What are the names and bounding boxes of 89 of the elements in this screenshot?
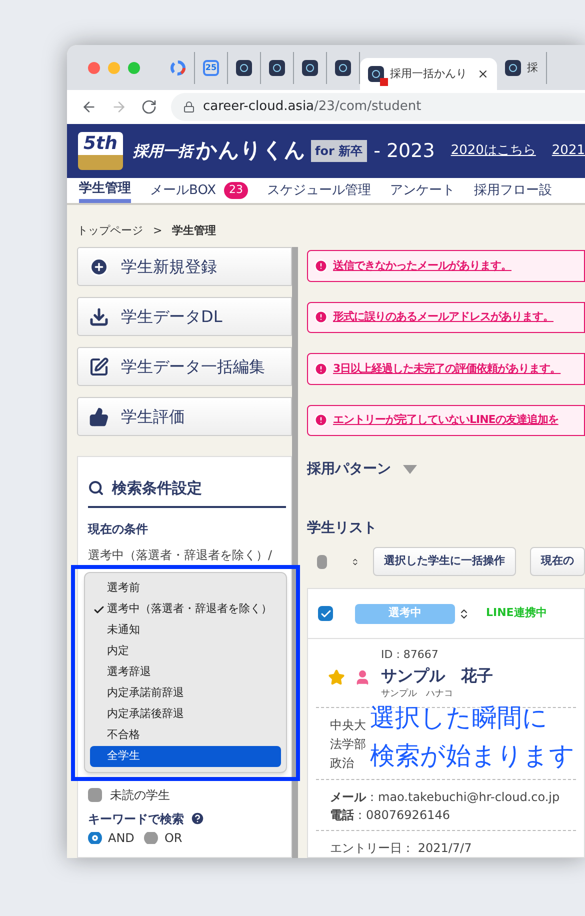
alert-link[interactable]: 3日以上経過した未完了の評価依頼があります。 (333, 360, 561, 377)
student-name: サンプル 花子 (381, 664, 493, 686)
close-window-icon[interactable] (88, 62, 100, 74)
dropdown-option[interactable]: 全学生 (90, 746, 281, 767)
keyword-search-label: キーワードで検索 (88, 810, 184, 828)
reload-icon[interactable] (141, 99, 157, 115)
app-icon (335, 60, 351, 76)
student-kana: サンプル ハナコ (381, 688, 454, 700)
star-icon[interactable] (328, 669, 345, 686)
radio-button[interactable] (88, 832, 102, 844)
callout-text: 選択した瞬間に (370, 702, 549, 734)
edit-icon (89, 356, 109, 376)
dropdown-option[interactable]: 選考中（落選者・辞退者を除く） (90, 599, 281, 620)
current-conditions-value: 選考中（落選者・辞退者を除く）/ (88, 546, 274, 564)
browser-tab[interactable]: 採 (497, 52, 547, 84)
radio-label: AND (108, 832, 134, 844)
tab-title: 採 (527, 60, 538, 76)
line-status: LINE連携中 (486, 605, 547, 622)
close-tab-icon[interactable] (477, 68, 489, 80)
search-icon (88, 480, 104, 496)
phone-line: 電話：08076926146 (330, 807, 451, 824)
app-icon (269, 60, 285, 76)
browser-tab[interactable]: 採用一括かんり (360, 58, 497, 90)
callout-text: 検索が始まります (370, 740, 575, 772)
dropdown-option[interactable]: 不合格 (90, 725, 281, 746)
dropdown-option[interactable]: 選考前 (90, 578, 281, 599)
side-action-button[interactable]: 学生評価 (77, 397, 292, 436)
help-icon[interactable] (190, 811, 205, 826)
year-link[interactable]: 2020はこちら (450, 141, 536, 161)
nav-tab[interactable]: スケジュール管理 (267, 178, 371, 203)
nav-tab[interactable]: 採用フロー設 (474, 178, 552, 203)
anniversary-badge: 5th (78, 132, 123, 170)
bulk-action-button[interactable]: 選択した学生に一括操作 (373, 547, 516, 576)
nav-tab[interactable]: アンケート (390, 178, 455, 203)
nav-tab[interactable]: メールBOX 23 (150, 178, 248, 203)
radio-label: OR (164, 832, 182, 844)
edition-label: for 新卒 (311, 140, 367, 162)
back-icon[interactable] (81, 99, 97, 115)
download-icon (89, 306, 109, 326)
pattern-label: 採用パターン (307, 460, 391, 479)
breadcrumb-current: 学生管理 (172, 223, 216, 237)
caret-down-icon[interactable] (403, 465, 417, 474)
school-info: 中央大 (330, 717, 366, 734)
student-id: ID : 87667 (381, 647, 440, 663)
check-icon (92, 604, 104, 616)
dropdown-option[interactable]: 内定 (90, 641, 281, 662)
checkbox[interactable] (88, 788, 102, 802)
checkbox-label: 未読の学生 (110, 786, 170, 804)
sort-icon[interactable] (458, 608, 470, 620)
select-all-checkbox[interactable] (317, 554, 327, 568)
app-icon (236, 60, 252, 76)
url-text: career-cloud.asia/23/com/student (203, 98, 422, 116)
dropdown-option[interactable]: 内定承諾後辞退 (90, 704, 281, 725)
count-badge: 23 (224, 182, 248, 199)
alert-link[interactable]: 送信できなかったメールがあります。 (333, 258, 512, 274)
side-action-button[interactable]: 学生データDL (77, 297, 292, 336)
current-conditions-label: 現在の条件 (88, 520, 149, 538)
alert-link[interactable]: エントリーが完了していないLINEの友達追加を (333, 412, 558, 428)
thumbs-up-icon (89, 406, 109, 426)
school-info: 法学部 (330, 736, 366, 753)
tab-title: 採用一括かんり (390, 66, 467, 82)
bulk-action-button[interactable]: 現在の (530, 547, 585, 576)
breadcrumb-separator: > (153, 223, 162, 237)
panel-title: 検索条件設定 (112, 478, 202, 499)
app-icon (302, 60, 318, 76)
app-icon (505, 60, 521, 76)
address-bar[interactable]: career-cloud.asia/23/com/student (171, 93, 585, 121)
logo-small-text: 採用一括 (133, 140, 193, 162)
nav-tab[interactable]: 学生管理 (79, 178, 131, 203)
side-action-button[interactable]: 学生新規登録 (77, 247, 292, 286)
alert-link[interactable]: 形式に誤りのあるメールアドレスがあります。 (333, 309, 554, 326)
dropdown-option[interactable]: 選考辞退 (90, 662, 281, 683)
lock-icon (183, 101, 195, 113)
calendar-icon: 25 (203, 60, 219, 76)
email-line: メール：mao.takebuchi@hr-cloud.co.jp (330, 789, 561, 806)
logo-main-text: かんりくん (196, 137, 306, 164)
radio-button[interactable] (144, 832, 158, 844)
breadcrumb-link[interactable]: トップページ (77, 223, 143, 237)
school-info: 政治 (330, 755, 354, 772)
entry-date: エントリー日： 2021/7/7 (330, 841, 472, 855)
plus-circle-icon (89, 256, 109, 276)
section-title: 学生リスト (307, 519, 378, 538)
dropdown-option[interactable]: 内定承諾前辞退 (90, 683, 281, 704)
side-action-button[interactable]: 学生データ一括編集 (77, 347, 292, 386)
person-icon (354, 669, 371, 686)
year-link[interactable]: 2021 (552, 141, 585, 161)
year-text: - 2023 (374, 138, 435, 164)
student-checkbox[interactable] (318, 606, 333, 621)
dropdown-option[interactable]: 未通知 (90, 620, 281, 641)
